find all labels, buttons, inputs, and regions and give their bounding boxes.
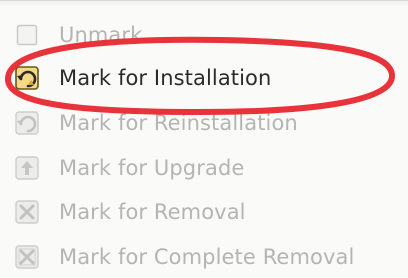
menu-item-label: Mark for Upgrade (59, 156, 245, 180)
purge-package-icon (12, 242, 42, 272)
menu-item-mark-for-installation[interactable]: Mark for Installation (12, 58, 404, 98)
menu-item-label: Mark for Installation (59, 66, 272, 90)
menu-item-mark-for-upgrade[interactable]: Mark for Upgrade (12, 148, 404, 188)
menu-item-label: Mark for Complete Removal (59, 245, 355, 269)
menu-item-mark-for-reinstallation[interactable]: Mark for Reinstallation (12, 103, 404, 143)
install-package-icon (12, 63, 42, 93)
menu-item-unmark[interactable]: Unmark (12, 15, 404, 55)
checkbox-blank-icon (12, 20, 42, 50)
remove-package-icon (12, 197, 42, 227)
menu-item-label: Mark for Removal (59, 200, 246, 224)
menu-item-mark-for-removal[interactable]: Mark for Removal (12, 192, 404, 232)
menu-item-label: Unmark (59, 23, 143, 47)
menu-item-mark-for-complete-removal[interactable]: Mark for Complete Removal (12, 237, 404, 277)
reinstall-package-icon (12, 108, 42, 138)
menu-top-edge (0, 1, 408, 7)
context-menu: Unmark Mark for Installation Mark for Re… (0, 0, 408, 278)
upgrade-package-icon (12, 153, 42, 183)
menu-item-label: Mark for Reinstallation (59, 111, 298, 135)
